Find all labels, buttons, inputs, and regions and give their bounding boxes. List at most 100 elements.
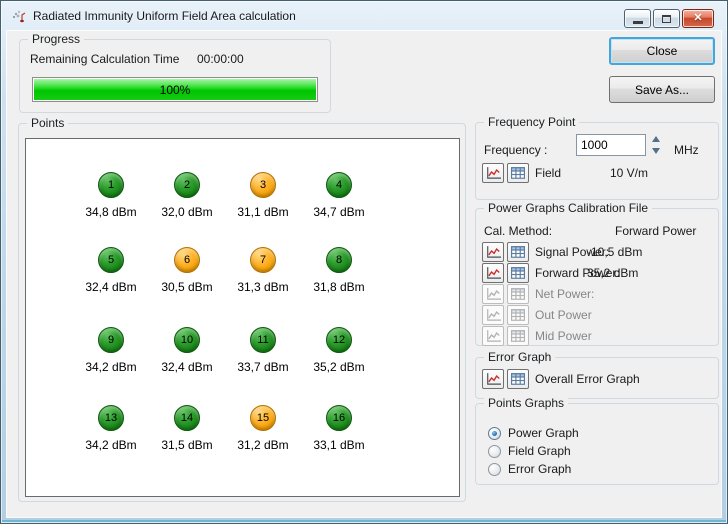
dialog-client-area: Progress Remaining Calculation Time 00:0…: [7, 31, 721, 517]
progress-bar: 100%: [32, 77, 318, 102]
point-cell: 16 33,1 dBm: [301, 405, 377, 452]
cal-row-value: -10,5 dBm: [587, 245, 642, 259]
error-graph-group: Error Graph Overall Error Graph: [475, 357, 719, 399]
maximize-icon: [662, 15, 671, 23]
point-dot: 10: [174, 327, 200, 353]
cal-row-label: Mid Power: [535, 329, 592, 343]
progress-group: Progress Remaining Calculation Time 00:0…: [19, 39, 331, 113]
close-button[interactable]: Close: [609, 37, 715, 65]
point-value: 31,5 dBm: [161, 438, 212, 452]
maximize-button[interactable]: [653, 9, 680, 28]
field-graph-icon-button[interactable]: [482, 163, 504, 183]
point-cell: 15 31,2 dBm: [225, 405, 301, 452]
power-table-icon-button: [507, 305, 529, 325]
point-value: 34,2 dBm: [85, 438, 136, 452]
points-grid: 1 34,8 dBm 2 32,0 dBm 3 31,1 dBm 4 34,7 …: [25, 138, 460, 497]
points-graphs-group-label: Points Graphs: [484, 396, 568, 410]
radio-button-icon[interactable]: [488, 463, 501, 476]
points-group-label: Points: [27, 116, 68, 130]
cal-row-value: 35,2 dBm: [587, 266, 638, 280]
power-graph-icon-button[interactable]: [482, 242, 504, 262]
radio-label: Field Graph: [508, 444, 571, 458]
radio-button-icon[interactable]: [488, 427, 501, 440]
error-graph-icon-button[interactable]: [482, 369, 504, 389]
progress-percent-label: 100%: [160, 83, 191, 97]
point-cell: 11 33,7 dBm: [225, 327, 301, 374]
radio-option-row[interactable]: Field Graph: [484, 442, 712, 460]
point-dot: 8: [326, 247, 352, 273]
points-graphs-options: Power Graph Field Graph Error Graph: [484, 424, 712, 478]
power-graph-icon-button: [482, 305, 504, 325]
field-table-icon-button[interactable]: [507, 163, 529, 183]
error-graph-group-label: Error Graph: [484, 350, 555, 364]
point-value: 32,0 dBm: [161, 205, 212, 219]
points-graphs-group: Points Graphs Power Graph Field Graph Er…: [475, 403, 719, 485]
calibration-rows: Signal Power: -10,5 dBm Forward Power: 3…: [482, 242, 716, 347]
radio-button-icon[interactable]: [488, 445, 501, 458]
point-value: 31,2 dBm: [237, 438, 288, 452]
point-dot: 15: [250, 405, 276, 431]
point-dot: 9: [98, 327, 124, 353]
minimize-button[interactable]: [624, 9, 651, 28]
point-value: 33,7 dBm: [237, 360, 288, 374]
point-cell: 7 31,3 dBm: [225, 247, 301, 294]
calibration-row: Signal Power: -10,5 dBm: [482, 242, 716, 262]
calibration-group: Power Graphs Calibration File Cal. Metho…: [475, 208, 719, 346]
point-value: 35,2 dBm: [313, 360, 364, 374]
power-graph-icon-button[interactable]: [482, 263, 504, 283]
app-icon: [11, 8, 27, 24]
frequency-point-group: Frequency Point Frequency : MHz Field 10…: [475, 122, 719, 200]
progress-bar-fill: 100%: [34, 79, 316, 100]
power-table-icon-button[interactable]: [507, 242, 529, 262]
field-row: Field 10 V/m: [482, 163, 714, 183]
point-cell: 4 34,7 dBm: [301, 172, 377, 219]
frequency-input[interactable]: [576, 134, 646, 156]
calibration-row: Mid Power: [482, 326, 716, 346]
point-dot: 4: [326, 172, 352, 198]
power-table-icon-button: [507, 284, 529, 304]
dialog-window: Radiated Immunity Uniform Field Area cal…: [0, 0, 728, 524]
point-value: 34,2 dBm: [85, 360, 136, 374]
point-dot: 7: [250, 247, 276, 273]
save-as-button-label: Save As...: [635, 83, 689, 97]
point-cell: 5 32,4 dBm: [73, 247, 149, 294]
point-cell: 1 34,8 dBm: [73, 172, 149, 219]
window-title: Radiated Immunity Uniform Field Area cal…: [33, 9, 296, 23]
overall-error-graph-label: Overall Error Graph: [535, 372, 640, 386]
calibration-row: Forward Power: 35,2 dBm: [482, 263, 716, 283]
power-graph-icon-button: [482, 326, 504, 346]
point-value: 31,8 dBm: [313, 280, 364, 294]
spinner-up-icon[interactable]: [652, 136, 660, 142]
point-cell: 3 31,1 dBm: [225, 172, 301, 219]
point-value: 34,8 dBm: [85, 205, 136, 219]
radio-label: Error Graph: [508, 462, 571, 476]
radio-option-row[interactable]: Power Graph: [484, 424, 712, 442]
point-dot: 2: [174, 172, 200, 198]
overall-error-row: Overall Error Graph: [482, 369, 714, 389]
error-table-icon-button[interactable]: [507, 369, 529, 389]
cal-method-value: Forward Power: [615, 224, 696, 238]
calibration-row: Net Power:: [482, 284, 716, 304]
power-table-icon-button[interactable]: [507, 263, 529, 283]
radio-label: Power Graph: [508, 426, 579, 440]
progress-group-label: Progress: [28, 32, 84, 46]
point-value: 34,7 dBm: [313, 205, 364, 219]
frequency-label: Frequency :: [484, 143, 547, 157]
point-dot: 13: [98, 405, 124, 431]
frequency-point-group-label: Frequency Point: [484, 115, 579, 129]
point-dot: 6: [174, 247, 200, 273]
close-icon: ✕: [693, 13, 702, 24]
point-value: 30,5 dBm: [161, 280, 212, 294]
radio-option-row[interactable]: Error Graph: [484, 460, 712, 478]
spinner-down-icon[interactable]: [652, 148, 660, 154]
point-cell: 8 31,8 dBm: [301, 247, 377, 294]
points-group: Points 1 34,8 dBm 2 32,0 dBm 3 31,1 dBm …: [18, 123, 466, 502]
close-window-button[interactable]: ✕: [682, 9, 714, 28]
point-dot: 1: [98, 172, 124, 198]
power-graph-icon-button: [482, 284, 504, 304]
calibration-group-label: Power Graphs Calibration File: [484, 201, 652, 215]
save-as-button[interactable]: Save As...: [609, 76, 715, 103]
point-cell: 10 32,4 dBm: [149, 327, 225, 374]
point-cell: 9 34,2 dBm: [73, 327, 149, 374]
close-button-label: Close: [647, 44, 678, 58]
